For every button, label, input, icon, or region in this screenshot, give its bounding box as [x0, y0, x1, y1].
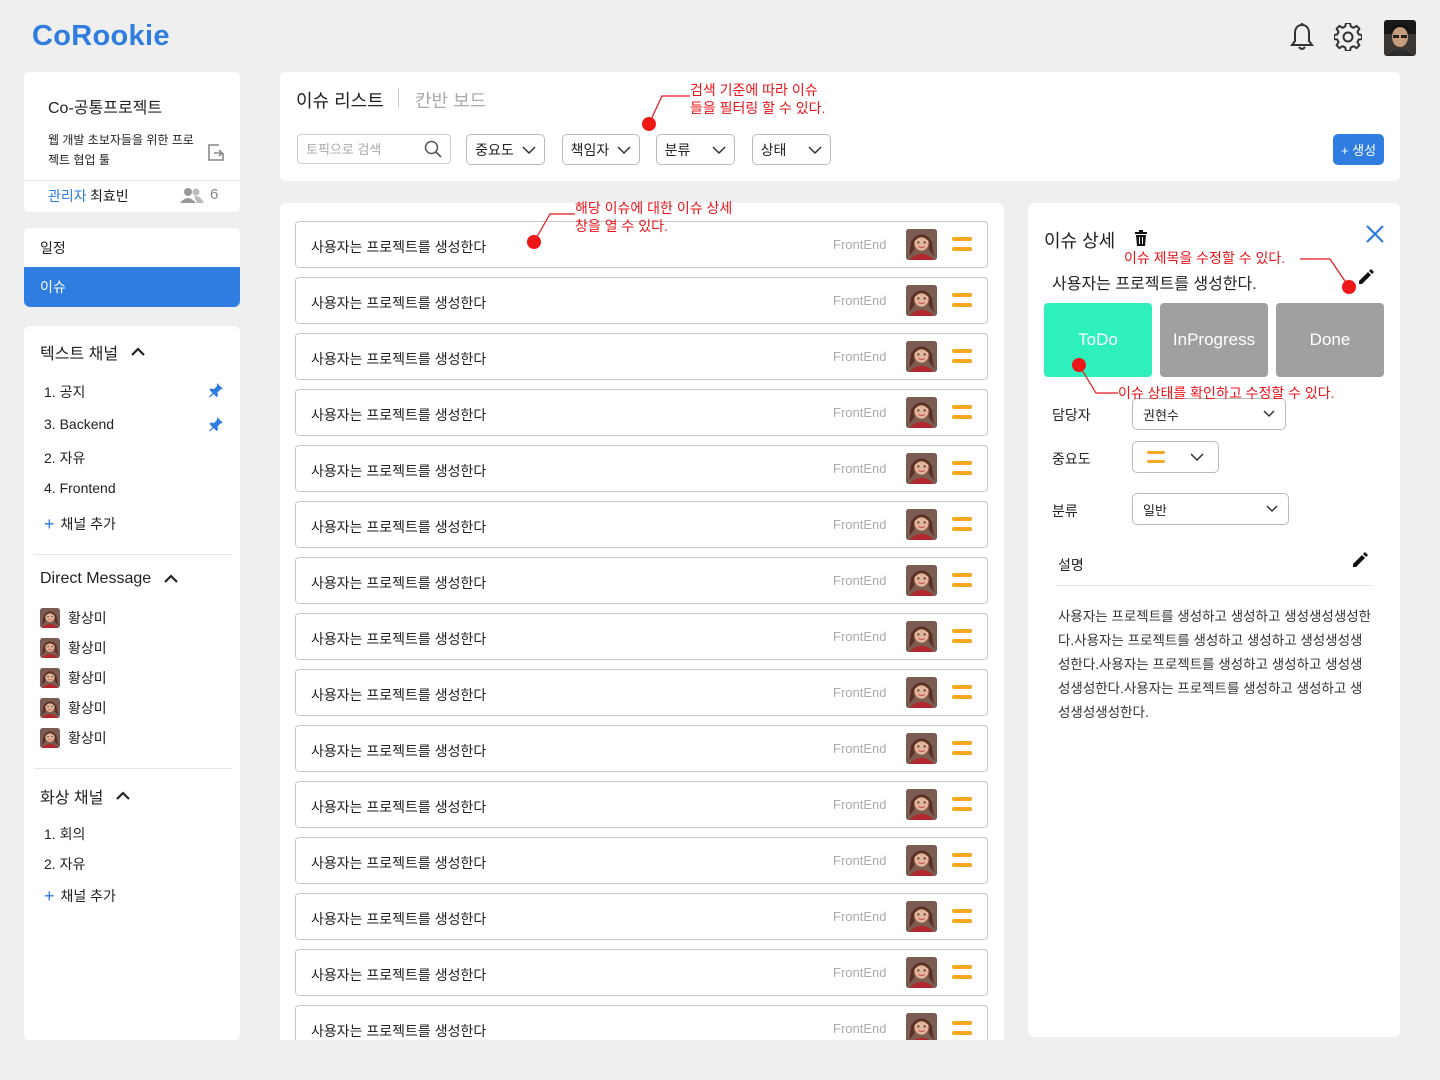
annotation-marker	[1342, 280, 1356, 294]
annotation-open-detail-text: 해당 이슈에 대한 이슈 상세 창을 열 수 있다.	[575, 200, 733, 234]
annotation-lines	[533, 95, 1350, 394]
annotation-edit-title: 이슈 제목을 수정할 수 있다.	[1124, 250, 1286, 266]
annotation-marker	[1072, 358, 1086, 372]
annotation-marker	[527, 235, 541, 249]
annotation-marker	[642, 117, 656, 131]
annotation-edit-status: 이슈 상태를 확인하고 수정할 수 있다.	[1118, 385, 1335, 401]
annotation-open-detail: 해당 이슈에 대한 이슈 상세 창을 열 수 있다.	[575, 199, 732, 235]
